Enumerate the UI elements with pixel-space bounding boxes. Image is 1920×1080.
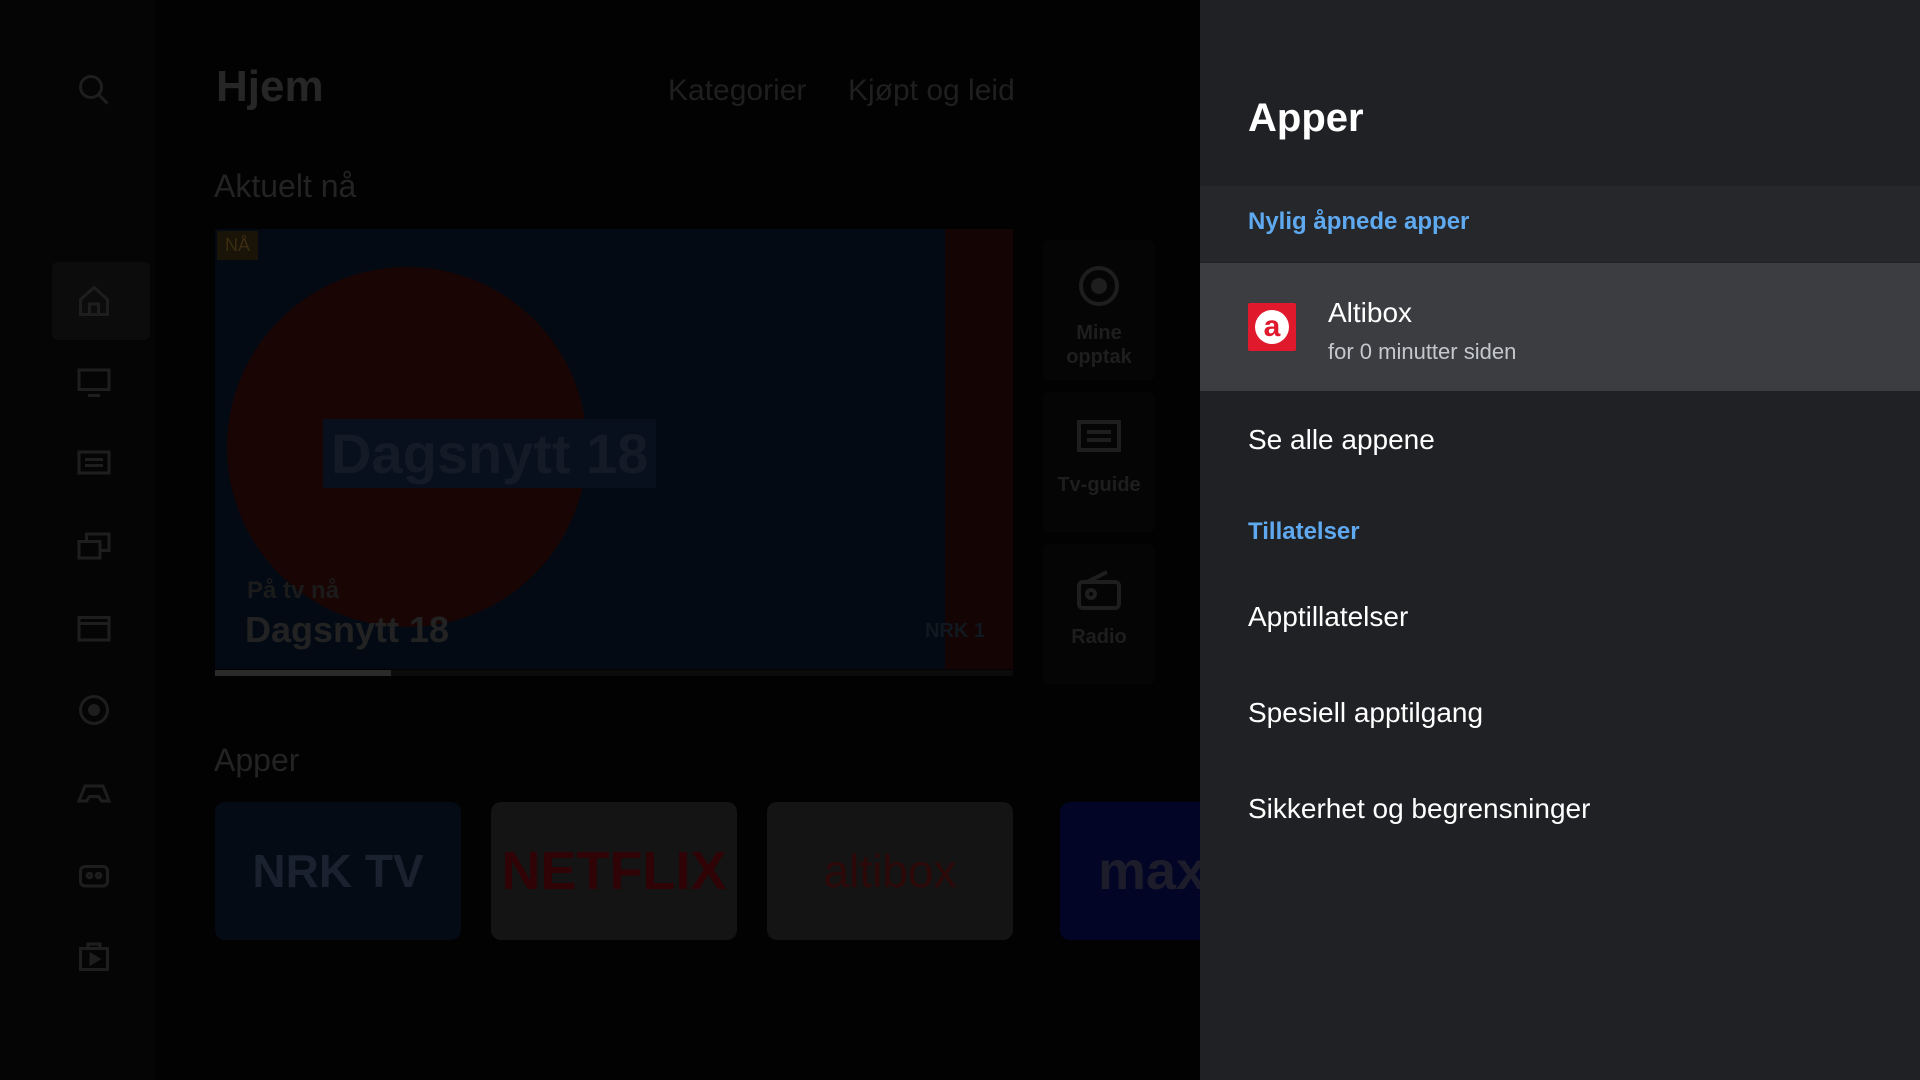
movies-icon[interactable]	[72, 606, 116, 650]
hero-progress-bar	[215, 670, 1013, 676]
section-header-permissions: Tillatelser	[1200, 508, 1920, 584]
hero-progress-fill	[215, 670, 391, 676]
section-title-apps: Apper	[214, 742, 300, 778]
tab-bought-rented[interactable]: Kjøpt og leid	[848, 74, 1015, 108]
tv-icon[interactable]	[72, 360, 116, 404]
kids-icon[interactable]	[72, 852, 116, 896]
app-tile-altibox[interactable]: altibox	[767, 802, 1013, 940]
altibox-app-icon: a	[1248, 303, 1296, 351]
page-title: Hjem	[216, 62, 324, 111]
panel-title: Apper	[1248, 96, 1364, 140]
special-app-access-item[interactable]: Spesiell apptilgang	[1248, 697, 1483, 729]
app-tile-label: NRK TV	[252, 845, 424, 897]
record-icon	[1079, 266, 1119, 306]
app-tile-label: altibox	[823, 845, 957, 897]
app-tile-label: NETFLIX	[501, 841, 727, 901]
quick-link-radio[interactable]: Radio	[1043, 544, 1155, 684]
quick-link-label: Radio	[1071, 626, 1127, 648]
radio-icon	[1077, 570, 1121, 610]
security-restrictions-item[interactable]: Sikkerhet og begrensninger	[1248, 793, 1590, 825]
recent-app-altibox[interactable]: a Altibox for 0 minutter siden	[1200, 263, 1920, 391]
quick-link-label: Tv-guide	[1057, 474, 1141, 496]
search-icon[interactable]	[72, 68, 116, 112]
live-badge: NÅ	[217, 231, 259, 260]
section-title-current: Aktuelt nå	[214, 168, 357, 204]
recent-app-name: Altibox	[1328, 297, 1413, 328]
tv-guide-icon	[1077, 420, 1121, 452]
home-icon[interactable]	[72, 279, 116, 323]
quick-link-label: Mine	[1076, 322, 1122, 344]
hero-card[interactable]: NÅ Dagsnytt 18 På tv nå Dagsnytt 18 NRK …	[215, 229, 1013, 669]
tab-categories[interactable]: Kategorier	[668, 74, 806, 108]
home-screen-dimmed: Hjem Kategorier Kjøpt og leid Aktuelt nå…	[0, 0, 1200, 1080]
games-icon[interactable]	[72, 770, 116, 814]
quick-link-label-2: opptak	[1066, 346, 1132, 368]
recent-app-subtitle: for 0 minutter siden	[1328, 339, 1517, 364]
altibox-logo-letter: a	[1255, 310, 1289, 344]
app-tile-netflix[interactable]: NETFLIX	[491, 802, 737, 940]
on-tv-label: På tv nå	[247, 577, 340, 604]
show-title: Dagsnytt 18	[245, 609, 450, 650]
guide-icon[interactable]	[72, 442, 116, 486]
apps-side-panel: Apper Nylig åpnede apper a Altibox for 0…	[1200, 0, 1920, 1080]
quick-link-recordings[interactable]: Mine opptak	[1043, 240, 1155, 380]
hero-strip	[945, 229, 1013, 669]
app-tile-label: max	[1098, 841, 1200, 901]
side-rail	[0, 0, 155, 1080]
record-icon[interactable]	[72, 688, 116, 732]
see-all-apps-item[interactable]: Se alle appene	[1248, 424, 1435, 456]
section-header-permissions-label: Tillatelser	[1248, 518, 1360, 545]
store-icon[interactable]	[72, 934, 116, 978]
section-header-recent: Nylig åpnede apper	[1200, 186, 1920, 262]
app-permissions-item[interactable]: Apptillatelser	[1248, 601, 1408, 633]
library-icon[interactable]	[72, 524, 116, 568]
app-tile-max[interactable]: max	[1060, 802, 1200, 940]
hero-overlay-title: Dagsnytt 18	[323, 419, 657, 488]
channel-logo: NRK 1	[924, 620, 985, 642]
section-header-recent-label: Nylig åpnede apper	[1248, 208, 1470, 235]
app-tile-nrk-tv[interactable]: NRK TV	[215, 802, 461, 940]
quick-link-tv-guide[interactable]: Tv-guide	[1043, 392, 1155, 532]
